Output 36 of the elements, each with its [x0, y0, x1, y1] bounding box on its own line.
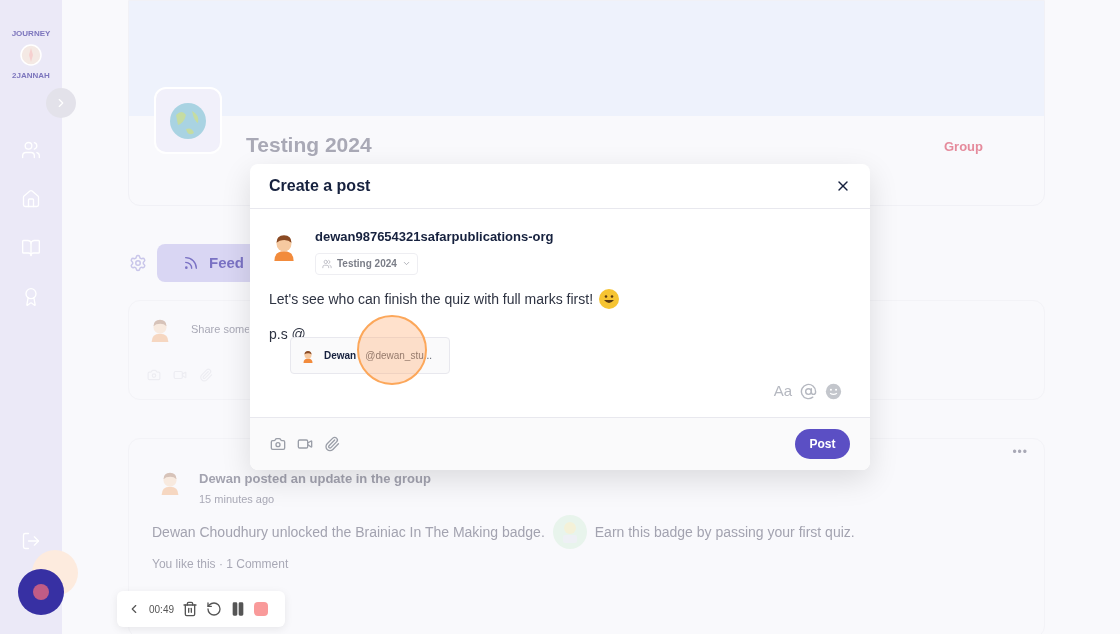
- mention-name: Dewan: [324, 349, 357, 363]
- post-button[interactable]: Post: [795, 429, 850, 459]
- group-type-label: Group: [944, 138, 983, 156]
- emoji-icon[interactable]: [825, 382, 842, 400]
- stop-button[interactable]: [254, 602, 269, 616]
- globe-icon: [168, 100, 208, 141]
- caret-icon: [401, 259, 411, 268]
- author-name: dewan987654321safarpublications-org: [315, 228, 554, 246]
- share-field[interactable]: Share some: [191, 320, 249, 338]
- post-time: 15 minutes ago: [199, 491, 276, 507]
- settings-icon[interactable]: [129, 254, 147, 272]
- post-headline: Dewan posted an update in the group: [199, 470, 431, 488]
- video-icon[interactable]: [297, 436, 313, 452]
- restart-icon[interactable]: [206, 601, 223, 617]
- group-title: Testing 2024: [246, 132, 372, 158]
- smiley-emoji-icon: [599, 289, 620, 309]
- recording-time: 00:49: [149, 602, 175, 617]
- compass-icon: [20, 44, 42, 66]
- post-stats: You like this · 1 Comment: [152, 556, 290, 573]
- delete-icon[interactable]: [182, 601, 199, 617]
- more-button[interactable]: •••: [1012, 443, 1028, 461]
- logo-text: JOURNEY: [11, 30, 51, 38]
- avatar-icon: [301, 348, 315, 363]
- camera-icon[interactable]: [270, 436, 286, 452]
- attachment-icon[interactable]: [324, 436, 340, 452]
- post-text-line: Let's see who can finish the quiz with full marks first!: [269, 289, 594, 309]
- post-body: Dewan Choudhury unlocked the Brainiac In The Making badge.: [152, 522, 545, 542]
- users-icon: [322, 258, 332, 269]
- feed-icon: [183, 255, 199, 271]
- expand-button[interactable]: [46, 88, 76, 118]
- audience-dropdown[interactable]: Testing 2024: [315, 252, 418, 275]
- badge-note: Earn this badge by passing your first quiz.: [594, 522, 855, 542]
- mention-icon[interactable]: [800, 382, 817, 400]
- logo-text: 2JANNAH: [12, 72, 50, 80]
- badge-icon: [552, 515, 587, 549]
- dialog-title: Create a post: [269, 176, 371, 196]
